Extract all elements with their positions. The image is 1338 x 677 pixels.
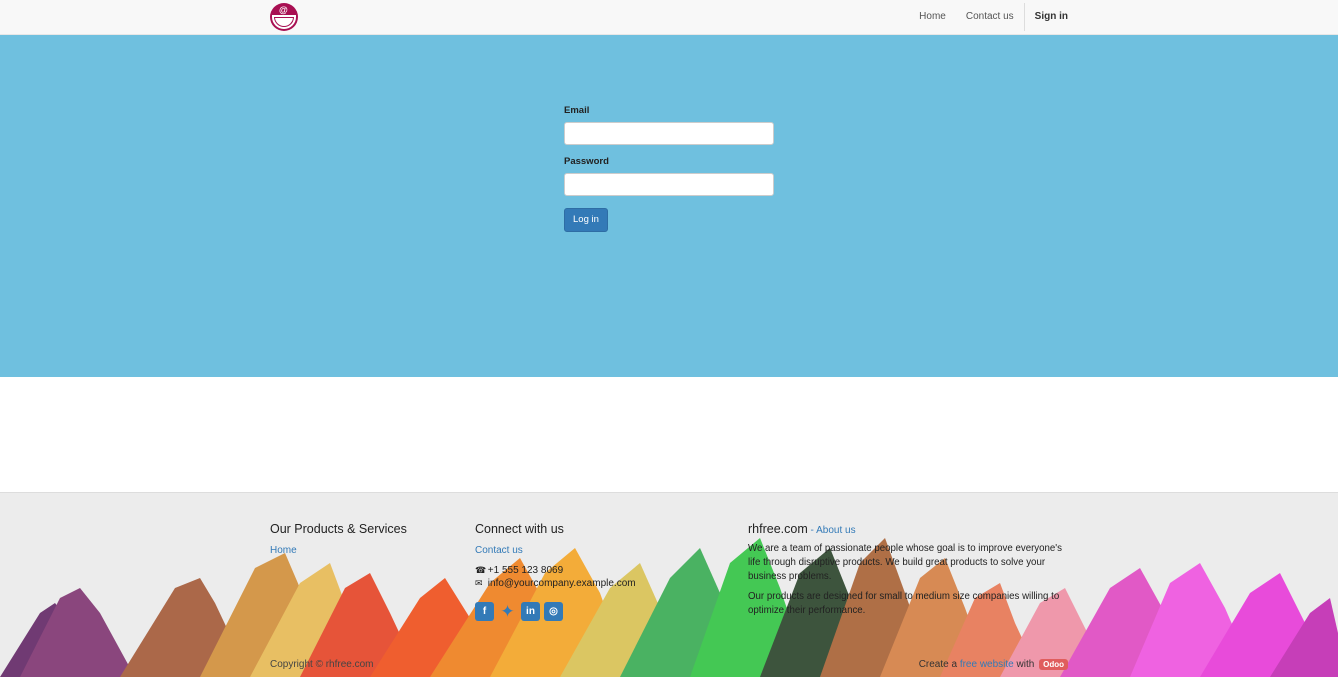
top-navbar: @ Home Contact us Sign in [0, 0, 1338, 35]
login-banner: Email Password Log in [0, 35, 1338, 377]
social-links: f ✦ in ◎ [475, 602, 636, 621]
free-website-link[interactable]: free website [960, 659, 1014, 670]
email-label: Email [564, 105, 590, 116]
email-field[interactable] [564, 122, 774, 145]
footer-email: ✉ info@yourcompany.example.com [475, 578, 636, 589]
twitter-icon[interactable]: ✦ [498, 602, 517, 621]
phone-icon: ☎ [475, 565, 487, 575]
footer-about-paragraph-1: We are a team of passionate people whose… [748, 543, 1063, 582]
password-field[interactable] [564, 173, 774, 196]
nav-signin-link[interactable]: Sign in [1025, 0, 1068, 34]
footer-about-dash: - [810, 525, 814, 536]
login-form: Email Password Log in [564, 105, 776, 232]
footer: Our Products & Services Home Connect wit… [0, 492, 1338, 677]
footer-create-website: Create a free website with Odoo [919, 659, 1068, 670]
odoo-badge[interactable]: Odoo [1039, 659, 1068, 670]
nav-contact-link[interactable]: Contact us [956, 0, 1024, 34]
footer-email-text: info@yourcompany.example.com [487, 578, 636, 589]
footer-about-paragraph-2: Our products are designed for small to m… [748, 591, 1060, 616]
footer-about-column: rhfree.com - About us We are a team of p… [748, 522, 1070, 618]
linkedin-icon[interactable]: in [521, 602, 540, 621]
footer-copyright: Copyright © rhfree.com [270, 659, 374, 670]
footer-home-link[interactable]: Home [270, 545, 297, 556]
nav-home-link[interactable]: Home [909, 0, 956, 34]
create-mid: with [1016, 659, 1035, 670]
nav-menu: Home Contact us Sign in [909, 0, 1068, 34]
envelope-icon: ✉ [475, 578, 483, 588]
footer-about-title: rhfree.com [748, 522, 808, 536]
login-button[interactable]: Log in [564, 208, 608, 232]
footer-connect-title: Connect with us [475, 522, 564, 536]
password-label: Password [564, 156, 609, 167]
footer-products-title: Our Products & Services [270, 522, 407, 536]
footer-phone-text: +1 555 123 8069 [487, 565, 564, 576]
company-logo[interactable]: @ [270, 3, 298, 31]
footer-about-link[interactable]: About us [816, 525, 855, 536]
create-prefix: Create a [918, 659, 958, 670]
feather-background-image [0, 538, 1338, 677]
footer-products-column: Our Products & Services Home [270, 522, 407, 556]
instagram-icon[interactable]: ◎ [544, 602, 563, 621]
footer-connect-column: Connect with us Contact us ☎ +1 555 123 … [475, 522, 636, 621]
footer-phone: ☎ +1 555 123 8069 [475, 565, 636, 576]
footer-contact-link[interactable]: Contact us [475, 545, 523, 556]
facebook-icon[interactable]: f [475, 602, 494, 621]
